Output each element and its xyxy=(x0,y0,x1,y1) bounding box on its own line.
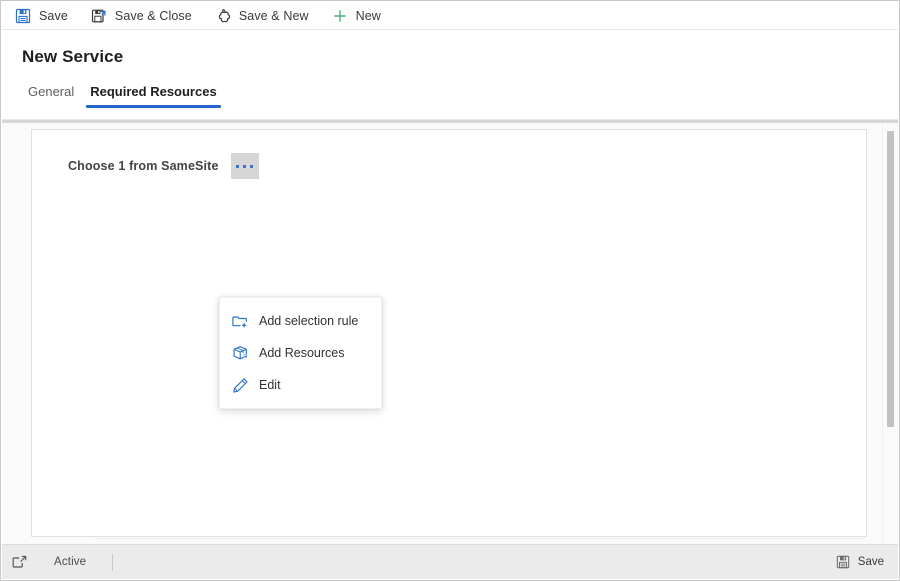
tab-required-resources-label: Required Resources xyxy=(90,84,217,99)
statusbar-save-label: Save xyxy=(857,556,884,568)
save-and-close-button-label: Save & Close xyxy=(114,8,192,23)
content-body: Choose 1 from SameSite Add selection rul… xyxy=(2,123,898,544)
tab-general-label: General xyxy=(28,84,75,99)
page-title: New Service xyxy=(22,47,124,66)
tabstrip: General Required Resources xyxy=(20,82,225,108)
status-bar: Active Save xyxy=(2,544,898,579)
more-commands-button[interactable] xyxy=(230,153,259,179)
new-button[interactable]: New xyxy=(329,3,391,29)
chooser-row: Choose 1 from SameSite xyxy=(68,153,259,179)
pencil-edit-icon xyxy=(231,376,249,394)
status-badge: Active xyxy=(54,556,87,568)
menu-item-add-selection-rule-label: Add selection rule xyxy=(259,314,359,328)
save-floppy-icon xyxy=(14,7,32,25)
context-menu: Add selection rule Add Resources Edit xyxy=(219,297,382,409)
menu-item-add-selection-rule[interactable]: Add selection rule xyxy=(220,305,381,337)
scrollbar-thumb[interactable] xyxy=(887,131,894,427)
save-button-label: Save xyxy=(39,8,68,23)
menu-item-edit-label: Edit xyxy=(259,378,281,392)
command-bar: Save Save & Close Save & New New xyxy=(2,2,898,30)
new-button-label: New xyxy=(355,8,381,23)
save-and-new-icon xyxy=(214,7,232,25)
tab-general[interactable]: General xyxy=(20,82,82,108)
chooser-label: Choose 1 from SameSite xyxy=(68,159,219,173)
save-and-new-button-label: Save & New xyxy=(238,8,309,23)
vertical-scrollbar[interactable] xyxy=(882,123,898,544)
save-and-new-button[interactable]: Save & New xyxy=(212,3,319,29)
menu-item-add-resources[interactable]: Add Resources xyxy=(220,337,381,369)
statusbar-save-button[interactable]: Save xyxy=(835,554,884,570)
plus-icon xyxy=(331,7,349,25)
status-separator xyxy=(112,553,114,571)
page-header: New Service General Required Resources xyxy=(2,30,898,121)
ellipsis-dot xyxy=(236,164,240,168)
ellipsis-dot xyxy=(243,164,247,168)
ellipsis-dot xyxy=(250,164,254,168)
menu-item-edit[interactable]: Edit xyxy=(220,369,381,401)
save-and-close-button[interactable]: Save & Close xyxy=(88,3,202,29)
panel-bottom-rule xyxy=(95,538,865,539)
app-window: Save Save & Close Save & New New New Ser… xyxy=(0,0,900,581)
save-and-close-icon xyxy=(90,7,108,25)
package-box-icon xyxy=(231,344,249,362)
tab-required-resources[interactable]: Required Resources xyxy=(82,82,224,108)
folder-add-icon xyxy=(231,312,249,330)
menu-item-add-resources-label: Add Resources xyxy=(259,346,345,360)
save-button[interactable]: Save xyxy=(12,3,78,29)
required-resources-panel: Choose 1 from SameSite xyxy=(31,129,867,537)
save-floppy-grey-icon xyxy=(835,554,851,570)
popout-expand-icon[interactable] xyxy=(10,553,28,571)
